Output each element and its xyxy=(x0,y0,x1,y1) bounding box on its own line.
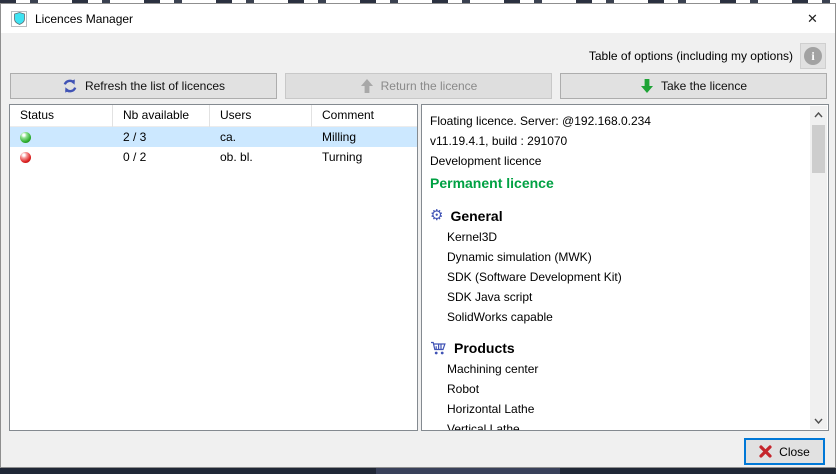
feature-item: Dynamic simulation (MWK) xyxy=(430,247,810,267)
version-line: v11.19.4.1, build : 291070 xyxy=(430,131,810,151)
status-dot-icon xyxy=(20,132,31,143)
column-header-users[interactable]: Users xyxy=(210,105,312,127)
scroll-down-icon[interactable] xyxy=(810,412,827,429)
licence-details-content: Floating licence. Server: @192.168.0.234… xyxy=(422,105,810,430)
table-row[interactable]: 0 / 2 ob. bl. Turning xyxy=(10,147,417,167)
product-item: Vertical Lathe xyxy=(430,419,810,430)
table-header: Status Nb available Users Comment xyxy=(10,105,417,127)
table-row[interactable]: 2 / 3 ca. Milling xyxy=(10,127,417,147)
licence-type-line: Development licence xyxy=(430,151,810,171)
cell-comment: Turning xyxy=(312,150,417,164)
info-button[interactable]: i xyxy=(800,43,826,69)
cell-comment: Milling xyxy=(312,130,417,144)
take-button-label: Take the licence xyxy=(661,79,747,93)
close-x-icon xyxy=(759,445,772,458)
return-button-label: Return the licence xyxy=(381,79,478,93)
cell-users: ob. bl. xyxy=(210,150,312,164)
app-shield-icon xyxy=(11,11,27,27)
feature-item: SDK Java script xyxy=(430,287,810,307)
details-scrollbar[interactable] xyxy=(810,106,827,429)
licence-table: Status Nb available Users Comment 2 / 3 … xyxy=(9,104,418,431)
feature-item: SDK (Software Development Kit) xyxy=(430,267,810,287)
take-licence-button[interactable]: Take the licence xyxy=(560,73,827,99)
section-title: General xyxy=(450,208,502,224)
product-item: Horizontal Lathe xyxy=(430,399,810,419)
shopping-cart-icon xyxy=(430,340,447,356)
column-header-status[interactable]: Status xyxy=(10,105,113,127)
window-close-icon[interactable]: ✕ xyxy=(790,4,835,33)
close-button-label: Close xyxy=(779,445,810,459)
toolbar: Refresh the list of licences Return the … xyxy=(10,73,827,99)
options-label: Table of options (including my options) xyxy=(589,49,793,63)
refresh-icon xyxy=(62,78,78,94)
section-title: Products xyxy=(454,340,515,356)
return-licence-button[interactable]: Return the licence xyxy=(285,73,552,99)
info-icon: i xyxy=(804,47,822,65)
cell-users: ca. xyxy=(210,130,312,144)
window-title: Licences Manager xyxy=(35,12,133,26)
column-header-comment[interactable]: Comment xyxy=(312,105,417,127)
section-products: Products xyxy=(430,337,810,359)
product-item: Robot xyxy=(430,379,810,399)
background-window-peek-bottom xyxy=(0,468,836,474)
status-dot-icon xyxy=(20,152,31,163)
licence-details-panel: Floating licence. Server: @192.168.0.234… xyxy=(421,104,829,431)
gear-icon: ⚙ xyxy=(430,208,443,224)
scrollbar-thumb[interactable] xyxy=(812,125,825,173)
feature-item: SolidWorks capable xyxy=(430,307,810,327)
arrow-up-icon xyxy=(360,78,374,94)
cell-nb-available: 0 / 2 xyxy=(113,150,210,164)
cell-nb-available: 2 / 3 xyxy=(113,130,210,144)
scroll-up-icon[interactable] xyxy=(810,106,827,123)
permanent-licence-label: Permanent licence xyxy=(430,171,810,195)
section-general: ⚙ General xyxy=(430,205,810,227)
close-button[interactable]: Close xyxy=(744,438,825,465)
title-bar: Licences Manager ✕ xyxy=(1,4,835,33)
refresh-button-label: Refresh the list of licences xyxy=(85,79,225,93)
licences-manager-screen: Licences Manager ✕ Table of options (inc… xyxy=(0,0,836,474)
server-line: Floating licence. Server: @192.168.0.234 xyxy=(430,111,810,131)
column-header-nb-available[interactable]: Nb available xyxy=(113,105,210,127)
product-item: Machining center xyxy=(430,359,810,379)
licences-manager-window: Licences Manager ✕ Table of options (inc… xyxy=(0,3,836,468)
refresh-licences-button[interactable]: Refresh the list of licences xyxy=(10,73,277,99)
arrow-down-icon xyxy=(640,78,654,94)
feature-item: Kernel3D xyxy=(430,227,810,247)
options-row: Table of options (including my options) … xyxy=(589,43,826,69)
